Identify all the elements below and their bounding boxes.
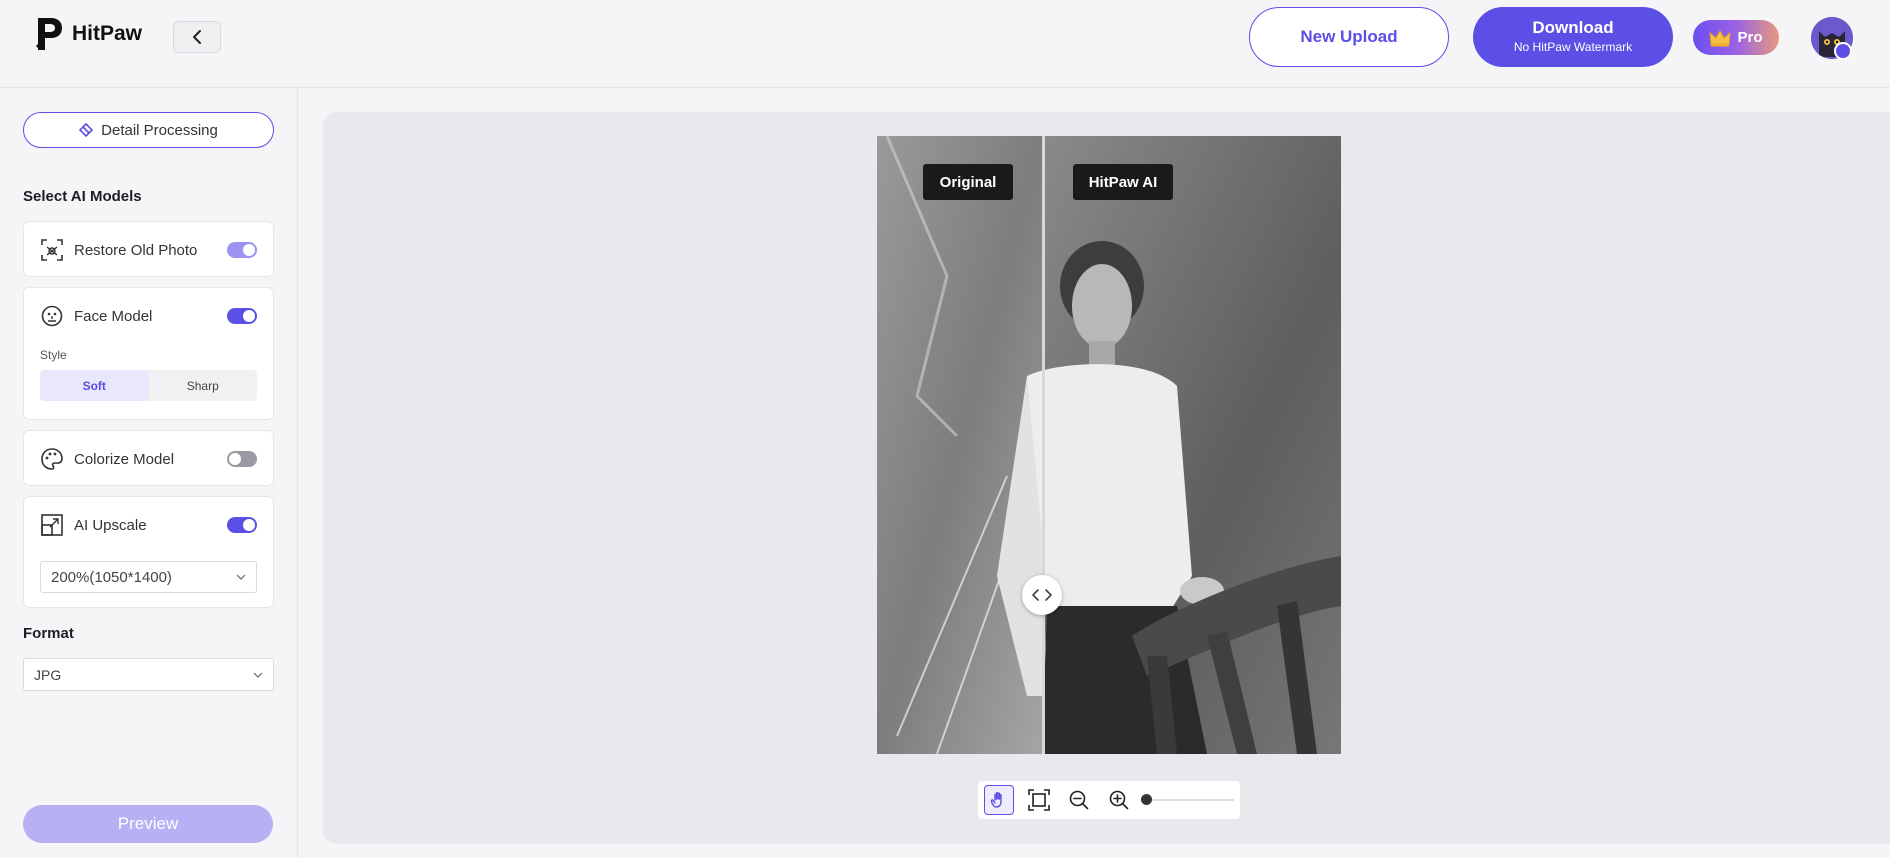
back-button[interactable] (173, 21, 221, 53)
detail-processing-button[interactable]: Detail Processing (23, 112, 274, 148)
detail-processing-label: Detail Processing (101, 121, 218, 139)
format-value: JPG (34, 666, 62, 683)
view-toolbar (978, 781, 1240, 819)
zoom-slider-knob[interactable] (1141, 794, 1152, 805)
palette-icon (40, 447, 64, 471)
new-upload-button[interactable]: New Upload (1249, 7, 1449, 67)
comparison-slider-handle[interactable] (1022, 575, 1062, 615)
original-tag: Original (923, 164, 1013, 200)
ai-upscale-label: AI Upscale (74, 516, 147, 534)
fit-screen-button[interactable] (1024, 785, 1054, 815)
face-model-card: Face Model Style Soft Sharp (23, 287, 274, 420)
style-soft-option[interactable]: Soft (40, 370, 149, 401)
chevron-down-icon (236, 574, 246, 580)
upscale-icon (40, 513, 64, 537)
chevron-down-icon (253, 672, 263, 678)
restore-old-photo-card: Restore Old Photo (23, 221, 274, 277)
restore-old-photo-label: Restore Old Photo (74, 241, 198, 259)
top-header: HitPaw New Upload Download No HitPaw Wat… (0, 0, 1890, 88)
zoom-out-icon (1069, 790, 1089, 810)
pro-label: Pro (1737, 29, 1763, 46)
ai-upscale-toggle[interactable] (227, 517, 257, 533)
hitpaw-logo-icon (36, 18, 62, 50)
vip-badge-icon (1834, 42, 1852, 60)
upscale-size-select[interactable]: 200%(1050*1400) (40, 561, 257, 593)
format-select[interactable]: JPG (23, 658, 274, 691)
colorize-model-card: Colorize Model (23, 430, 274, 486)
hand-icon (990, 792, 1002, 808)
zoom-slider[interactable] (1141, 794, 1234, 805)
colorize-model-label: Colorize Model (74, 450, 175, 468)
restore-old-photo-toggle[interactable] (227, 242, 257, 258)
face-icon (40, 304, 64, 328)
colorize-model-toggle[interactable] (227, 451, 257, 467)
style-sharp-option[interactable]: Sharp (149, 370, 258, 401)
app-logo[interactable]: HitPaw (34, 16, 142, 52)
app-name: HitPaw (72, 22, 143, 45)
hitpaw-ai-tag: HitPaw AI (1073, 164, 1173, 200)
face-model-label: Face Model (74, 307, 153, 325)
style-label: Style (40, 348, 67, 362)
zoom-in-button[interactable] (1104, 785, 1134, 815)
restore-photo-icon (40, 238, 64, 262)
select-models-title: Select AI Models (23, 188, 142, 205)
style-segmented-control: Soft Sharp (40, 370, 257, 401)
download-button[interactable]: Download No HitPaw Watermark (1473, 7, 1673, 67)
comparison-photo[interactable] (877, 136, 1341, 754)
zoom-in-icon (1109, 790, 1129, 810)
upscale-size-value: 200%(1050*1400) (51, 568, 172, 586)
portrait-photo-image (877, 136, 1341, 754)
zoom-out-button[interactable] (1064, 785, 1094, 815)
hand-tool-button[interactable] (984, 785, 1014, 815)
split-arrows-icon (1032, 589, 1052, 601)
download-title: Download (1532, 18, 1614, 37)
comparison-divider[interactable] (1042, 136, 1045, 754)
preview-button[interactable]: Preview (23, 805, 273, 843)
fit-screen-icon (1028, 789, 1050, 811)
pro-button[interactable]: Pro (1693, 20, 1779, 55)
crown-icon (1709, 29, 1732, 46)
sidebar: Detail Processing Select AI Models Resto… (0, 88, 298, 858)
face-model-toggle[interactable] (227, 308, 257, 324)
format-title: Format (23, 625, 74, 642)
download-subtitle: No HitPaw Watermark (1513, 40, 1633, 54)
chevron-left-icon (193, 30, 201, 44)
eraser-icon (79, 123, 94, 137)
